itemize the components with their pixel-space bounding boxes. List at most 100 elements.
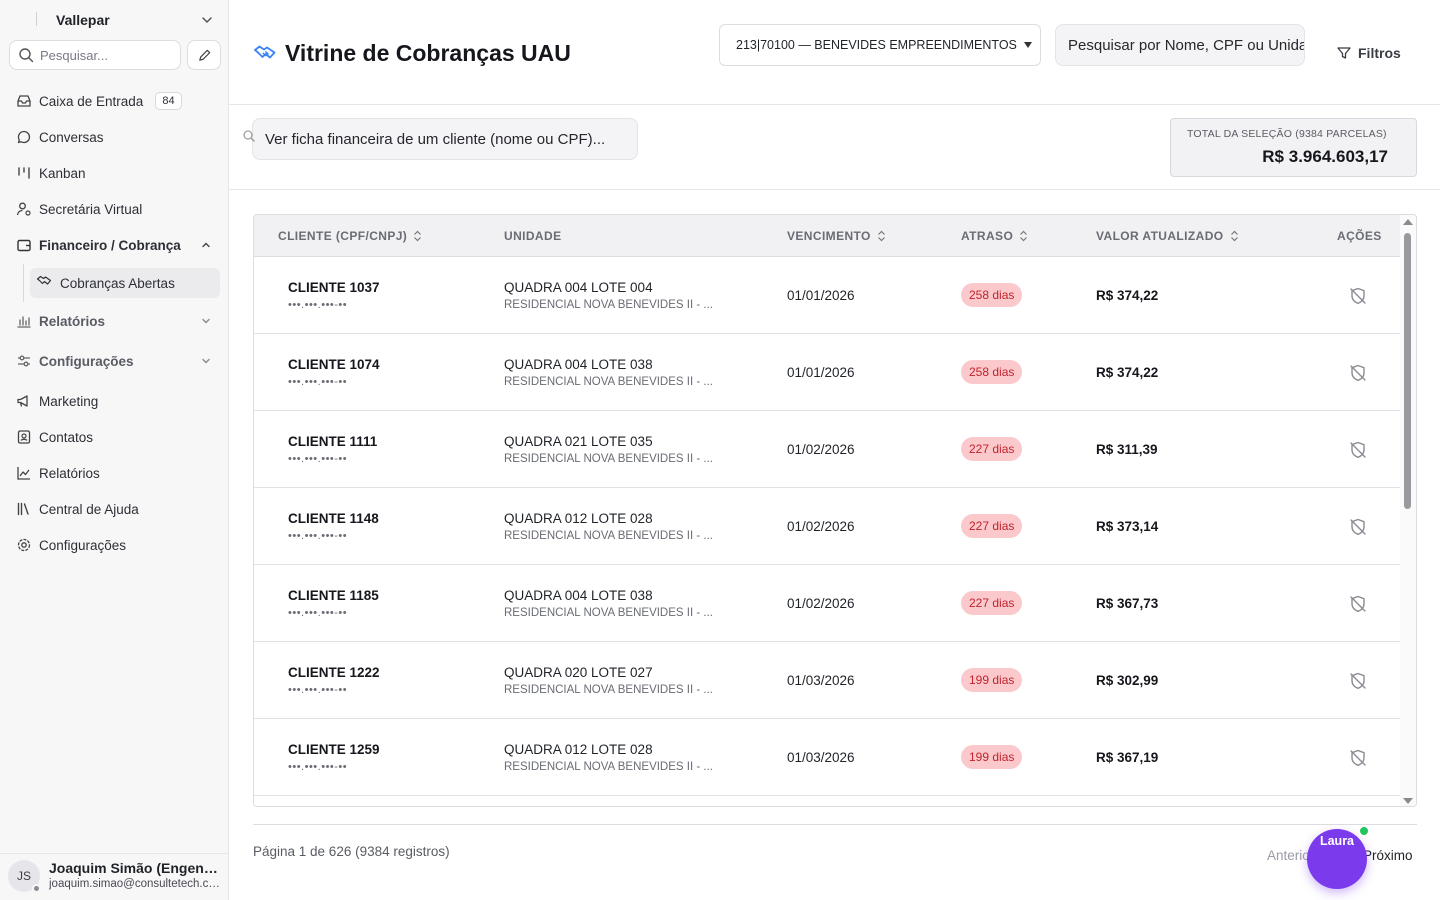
main-content: Vitrine de Cobranças UAU 213|70100 — BEN… bbox=[229, 0, 1440, 900]
delay-badge: 258 dias bbox=[961, 360, 1023, 384]
selection-total-value: R$ 3.964.603,17 bbox=[1262, 147, 1388, 166]
charges-search[interactable] bbox=[1055, 24, 1305, 66]
client-document: •••.•••.•••-•• bbox=[288, 607, 348, 619]
column-label: VALOR ATUALIZADO bbox=[1096, 229, 1224, 243]
sidebar-item-reports-group[interactable]: Relatórios bbox=[10, 306, 220, 336]
sidebar-item-label: Relatórios bbox=[39, 313, 106, 329]
sidebar-item-inbox[interactable]: Caixa de Entrada 84 bbox=[10, 86, 220, 116]
sidebar-item-label: Caixa de Entrada bbox=[39, 93, 144, 109]
column-header-client[interactable]: CLIENTE (CPF/CNPJ) bbox=[278, 229, 422, 243]
sidebar-item-settings-group[interactable]: Configurações bbox=[10, 346, 220, 376]
unit-project: RESIDENCIAL NOVA BENEVIDES II - ... bbox=[504, 299, 713, 311]
sidebar-item-label: Configurações bbox=[39, 537, 127, 553]
chevron-up-icon bbox=[202, 242, 210, 248]
charges-search-input[interactable] bbox=[1068, 36, 1304, 54]
kanban-icon bbox=[15, 164, 33, 182]
sidebar-item-label: Configurações bbox=[39, 353, 134, 369]
sort-icon bbox=[414, 230, 422, 242]
updated-value: R$ 367,19 bbox=[1096, 750, 1159, 765]
compose-button[interactable] bbox=[187, 40, 221, 70]
assistant-launcher-button[interactable]: Laura bbox=[1307, 829, 1367, 889]
column-header-updated-value[interactable]: VALOR ATUALIZADO bbox=[1096, 229, 1239, 243]
pagination-info: Página 1 de 626 (9384 registros) bbox=[253, 844, 450, 859]
column-header-delay[interactable]: ATRASO bbox=[961, 229, 1028, 243]
scroll-down-arrow-icon[interactable] bbox=[1403, 798, 1413, 804]
sidebar-item-contacts[interactable]: Contatos bbox=[10, 422, 220, 452]
table-row[interactable]: CLIENTE 1259 •••.•••.•••-•• QUADRA 012 L… bbox=[254, 719, 1402, 796]
shield-off-icon[interactable] bbox=[1348, 440, 1368, 460]
sidebar-item-kanban[interactable]: Kanban bbox=[10, 158, 220, 188]
presence-dot bbox=[32, 884, 41, 893]
scroll-up-arrow-icon[interactable] bbox=[1403, 219, 1413, 225]
company-select[interactable]: 213|70100 — BENEVIDES EMPREENDIMENTOS bbox=[719, 24, 1041, 66]
sidebar: Vallepar Caixa de Entrada 84 Conversas K… bbox=[0, 0, 229, 900]
sidebar-item-virtual-secretary[interactable]: Secretária Virtual bbox=[10, 194, 220, 224]
client-name: CLIENTE 1185 bbox=[288, 588, 379, 603]
sidebar-search[interactable] bbox=[9, 40, 181, 70]
unit-project: RESIDENCIAL NOVA BENEVIDES II - ... bbox=[504, 453, 713, 465]
due-date: 01/02/2026 bbox=[787, 442, 855, 457]
app: Vallepar Caixa de Entrada 84 Conversas K… bbox=[0, 0, 1440, 900]
shield-off-icon[interactable] bbox=[1348, 671, 1368, 691]
pager-divider bbox=[253, 824, 1417, 825]
toolbar: TOTAL DA SELEÇÃO (9384 PARCELAS) R$ 3.96… bbox=[229, 105, 1440, 190]
search-icon bbox=[243, 130, 255, 142]
next-page-button[interactable]: Próximo bbox=[1363, 848, 1413, 863]
user-profile[interactable]: JS Joaquim Simão (Engenharia) joaquim.si… bbox=[0, 853, 229, 900]
due-date: 01/01/2026 bbox=[787, 288, 855, 303]
shield-off-icon[interactable] bbox=[1348, 363, 1368, 383]
client-name: CLIENTE 1259 bbox=[288, 742, 380, 757]
due-date: 01/02/2026 bbox=[787, 519, 855, 534]
inbox-icon bbox=[15, 92, 33, 110]
wallet-icon bbox=[15, 236, 33, 254]
scrollbar-thumb[interactable] bbox=[1404, 233, 1411, 509]
shield-off-icon[interactable] bbox=[1348, 748, 1368, 768]
table-body: CLIENTE 1037 •••.•••.•••-•• QUADRA 004 L… bbox=[254, 257, 1402, 796]
org-switcher[interactable]: Vallepar bbox=[36, 10, 220, 30]
chevron-down-icon bbox=[202, 318, 210, 324]
table-row[interactable]: CLIENTE 1185 •••.•••.•••-•• QUADRA 004 L… bbox=[254, 565, 1402, 642]
shield-off-icon[interactable] bbox=[1348, 594, 1368, 614]
sidebar-item-reports[interactable]: Relatórios bbox=[10, 458, 220, 488]
updated-value: R$ 373,14 bbox=[1096, 519, 1159, 534]
sidebar-search-input[interactable] bbox=[40, 47, 170, 63]
client-record-search-input[interactable] bbox=[265, 130, 625, 148]
client-name: CLIENTE 1148 bbox=[288, 511, 379, 526]
selection-total-label: TOTAL DA SELEÇÃO (9384 PARCELAS) bbox=[1187, 128, 1387, 140]
delay-badge: 258 dias bbox=[961, 283, 1023, 307]
sidebar-item-open-charges[interactable]: Cobranças Abertas bbox=[30, 268, 220, 298]
client-name: CLIENTE 1222 bbox=[288, 665, 380, 680]
sort-icon bbox=[877, 230, 885, 242]
sidebar-item-marketing[interactable]: Marketing bbox=[10, 386, 220, 416]
sidebar-item-settings[interactable]: Configurações bbox=[10, 530, 220, 560]
unit-name: QUADRA 020 LOTE 027 bbox=[504, 665, 653, 680]
column-header-due-date[interactable]: VENCIMENTO bbox=[787, 229, 886, 243]
inbox-count-badge: 84 bbox=[155, 92, 182, 110]
client-name: CLIENTE 1037 bbox=[288, 280, 380, 295]
client-name: CLIENTE 1074 bbox=[288, 357, 380, 372]
sidebar-item-finance[interactable]: Financeiro / Cobrança bbox=[10, 230, 220, 260]
unit-project: RESIDENCIAL NOVA BENEVIDES II - ... bbox=[504, 684, 713, 696]
filters-button[interactable]: Filtros bbox=[1336, 42, 1401, 64]
sidebar-item-help-center[interactable]: Central de Ajuda bbox=[10, 494, 220, 524]
table-row[interactable]: CLIENTE 1148 •••.•••.•••-•• QUADRA 012 L… bbox=[254, 488, 1402, 565]
sidebar-item-conversations[interactable]: Conversas bbox=[10, 122, 220, 152]
sidebar-item-label: Contatos bbox=[39, 429, 94, 445]
table-row[interactable]: CLIENTE 1111 •••.•••.•••-•• QUADRA 021 L… bbox=[254, 411, 1402, 488]
table-row[interactable]: CLIENTE 1222 •••.•••.•••-•• QUADRA 020 L… bbox=[254, 642, 1402, 719]
user-name: Joaquim Simão (Engenharia) bbox=[49, 860, 221, 876]
table-row[interactable]: CLIENTE 1074 •••.•••.•••-•• QUADRA 004 L… bbox=[254, 334, 1402, 411]
table-scrollbar[interactable] bbox=[1400, 215, 1416, 806]
chevron-down-icon bbox=[202, 358, 210, 364]
updated-value: R$ 311,39 bbox=[1096, 442, 1158, 457]
client-record-search[interactable] bbox=[252, 118, 638, 160]
sort-icon bbox=[1020, 230, 1028, 242]
shield-off-icon[interactable] bbox=[1348, 517, 1368, 537]
updated-value: R$ 367,73 bbox=[1096, 596, 1159, 611]
due-date: 01/03/2026 bbox=[787, 750, 855, 765]
table-row[interactable]: CLIENTE 1037 •••.•••.•••-•• QUADRA 004 L… bbox=[254, 257, 1402, 334]
sidebar-item-label: Conversas bbox=[39, 129, 104, 145]
sidebar-item-label: Marketing bbox=[39, 393, 99, 409]
shield-off-icon[interactable] bbox=[1348, 286, 1368, 306]
company-select-value: 213|70100 — BENEVIDES EMPREENDIMENTOS bbox=[736, 38, 1017, 52]
